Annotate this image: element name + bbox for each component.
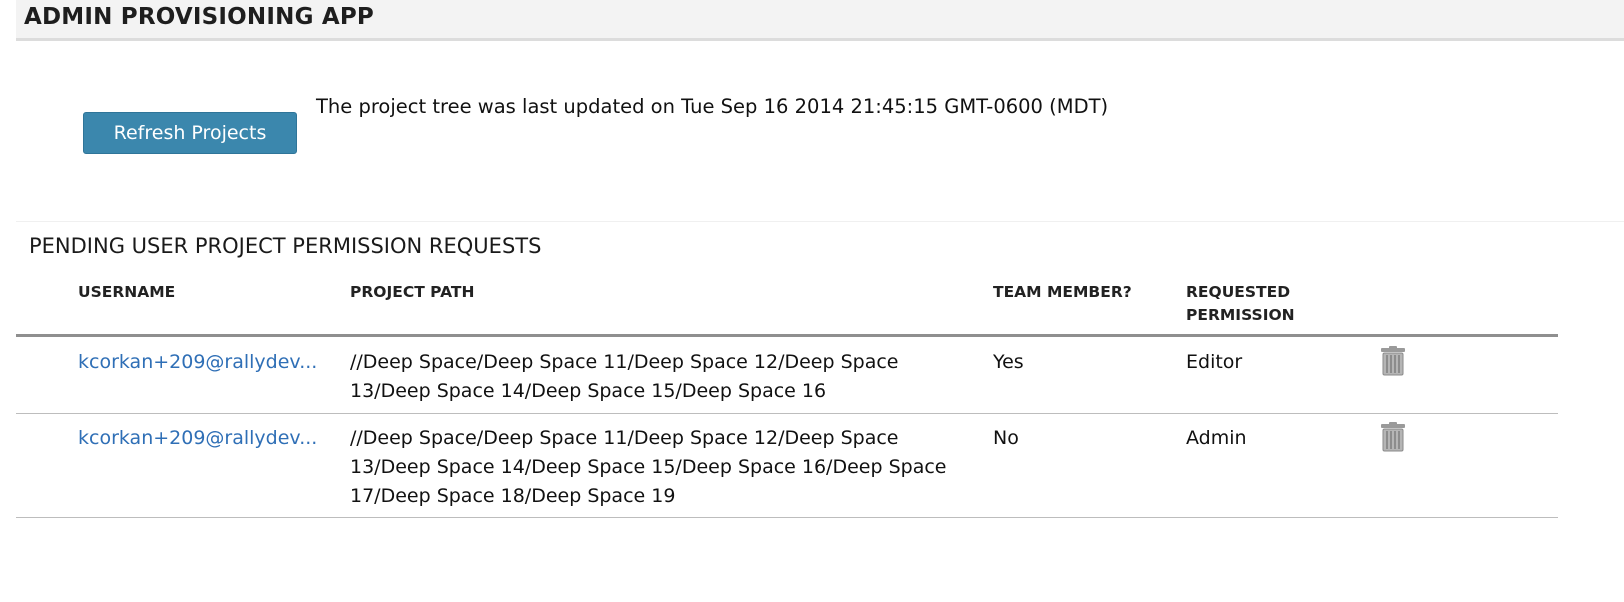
row-divider <box>16 413 1558 414</box>
column-header-requested-permission-line2: PERMISSION <box>1186 306 1295 324</box>
permission-value: Editor <box>1186 351 1243 373</box>
column-header-username[interactable]: USERNAME <box>78 281 175 304</box>
row-divider <box>16 517 1558 518</box>
team-member-value: No <box>993 427 1019 449</box>
column-header-requested-permission[interactable]: REQUESTED PERMISSION <box>1186 281 1295 327</box>
team-member-value: Yes <box>993 351 1024 373</box>
section-title: PENDING USER PROJECT PERMISSION REQUESTS <box>29 234 542 258</box>
last-updated-text: The project tree was last updated on Tue… <box>316 95 1109 118</box>
table-header-rule <box>16 334 1558 337</box>
column-header-team-member[interactable]: TEAM MEMBER? <box>993 281 1132 304</box>
app-title: ADMIN PROVISIONING APP <box>24 4 374 30</box>
section-divider <box>16 221 1624 222</box>
admin-provisioning-app: ADMIN PROVISIONING APP Refresh Projects … <box>0 0 1624 602</box>
app-header: ADMIN PROVISIONING APP <box>16 0 1624 41</box>
column-header-project-path[interactable]: PROJECT PATH <box>350 281 474 304</box>
refresh-projects-button[interactable]: Refresh Projects <box>83 112 297 154</box>
column-header-requested-permission-line1: REQUESTED <box>1186 283 1291 301</box>
permission-value: Admin <box>1186 427 1247 449</box>
username-link[interactable]: kcorkan+209@rallydev... <box>78 424 317 453</box>
trash-icon[interactable] <box>1380 346 1406 376</box>
project-path: //Deep Space/Deep Space 11/Deep Space 12… <box>350 351 899 402</box>
username-link[interactable]: kcorkan+209@rallydev... <box>78 348 317 377</box>
project-path: //Deep Space/Deep Space 11/Deep Space 12… <box>350 427 947 507</box>
trash-icon[interactable] <box>1380 422 1406 452</box>
